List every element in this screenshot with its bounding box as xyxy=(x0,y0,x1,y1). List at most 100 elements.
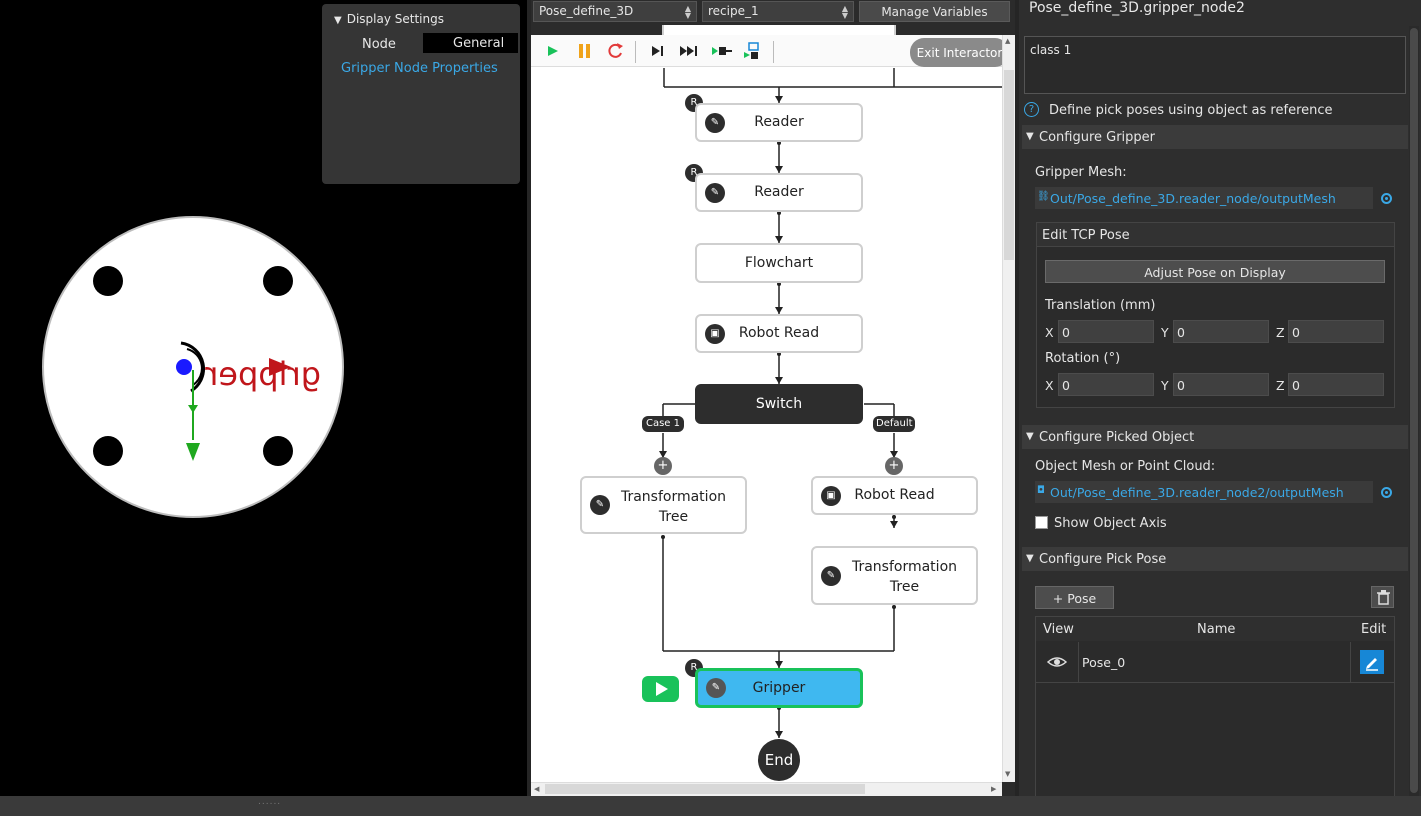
scroll-down-icon[interactable]: ▼ xyxy=(1005,770,1010,778)
gripper-label-3d: gripper xyxy=(204,355,321,393)
flowchart-vertical-scroll-thumb[interactable] xyxy=(1004,70,1014,260)
pick-target-icon[interactable] xyxy=(1381,487,1392,498)
gripper-model: gripper xyxy=(42,216,344,518)
edit-pose-button[interactable] xyxy=(1360,650,1384,674)
rotation-x-input[interactable]: 0 xyxy=(1058,373,1154,396)
fast-forward-button[interactable] xyxy=(676,35,702,67)
adjust-pose-button[interactable]: Adjust Pose on Display xyxy=(1045,260,1385,283)
rotation-z-input[interactable]: 0 xyxy=(1288,373,1384,396)
translation-x-input[interactable]: 0 xyxy=(1058,320,1154,343)
rotation-y-input[interactable]: 0 xyxy=(1173,373,1269,396)
scroll-right-icon[interactable]: ▶ xyxy=(991,785,996,793)
refresh-icon xyxy=(608,43,623,58)
axis-x-label: X xyxy=(1045,378,1054,393)
flow-node-robot-read[interactable]: ▣ Robot Read xyxy=(695,314,863,353)
robot-icon: ▣ xyxy=(705,323,725,344)
translation-y-input[interactable]: 0 xyxy=(1173,320,1269,343)
wrench-icon: ✎ xyxy=(705,182,725,203)
properties-scroll-thumb[interactable] xyxy=(1410,28,1418,793)
object-mesh-value: Out/Pose_define_3D.reader_node2/outputMe… xyxy=(1050,485,1344,500)
collapse-triangle-icon: ▼ xyxy=(1026,431,1034,442)
section-configure-pick-pose[interactable]: ▼ Configure Pick Pose xyxy=(1022,547,1408,571)
exit-interactor-button[interactable]: Exit Interactor xyxy=(910,38,1009,67)
axis-x-label: X xyxy=(1045,325,1054,340)
link-icon: ⛓ xyxy=(1037,191,1050,202)
display-settings-header[interactable]: ▼ Display Settings xyxy=(334,12,444,26)
default-tag: Default xyxy=(873,416,915,432)
class-text-field[interactable]: class 1 xyxy=(1024,36,1406,94)
scroll-up-icon[interactable]: ▲ xyxy=(1005,37,1010,45)
flowchart-horizontal-scroll-thumb[interactable] xyxy=(545,784,865,794)
run-button[interactable] xyxy=(539,35,565,67)
flowchart-canvas[interactable]: R ✎ Reader R ✎ Reader Flowchart ▣ Robot … xyxy=(531,25,1002,782)
rotation-label: Rotation (°) xyxy=(1045,351,1121,366)
axis-y-label: Y xyxy=(1161,325,1169,340)
flow-node-flowchart[interactable]: Flowchart xyxy=(695,243,863,283)
pose-name: Pose_0 xyxy=(1082,655,1126,670)
step-into-button[interactable] xyxy=(709,35,735,67)
flow-node-switch[interactable]: Switch xyxy=(695,384,863,424)
column-separator xyxy=(1078,642,1079,683)
edit-tcp-title: Edit TCP Pose xyxy=(1042,228,1130,243)
add-node-button[interactable]: + xyxy=(885,457,903,475)
play-icon xyxy=(548,46,558,56)
flow-node-robot-read-2[interactable]: ▣ Robot Read xyxy=(811,476,978,515)
node-label: Node xyxy=(362,37,396,52)
show-object-axis-checkbox[interactable] xyxy=(1035,516,1048,529)
run-node-button[interactable] xyxy=(642,676,679,702)
wrench-icon: ✎ xyxy=(590,495,610,515)
section-title: Configure Gripper xyxy=(1039,130,1156,145)
gripper-mesh-field[interactable]: ⛓ Out/Pose_define_3D.reader_node/outputMe… xyxy=(1035,187,1373,209)
collapse-triangle-icon: ▼ xyxy=(1026,131,1034,142)
flow-node-reader[interactable]: ✎ Reader xyxy=(695,103,863,142)
delete-pose-button[interactable] xyxy=(1371,586,1394,608)
flow-node-transformation-tree-2[interactable]: ✎ Transformation Tree xyxy=(811,546,978,605)
flow-node-gripper[interactable]: ✎ Gripper xyxy=(695,668,863,708)
recipe-select-value: recipe_1 xyxy=(708,4,759,18)
step-button[interactable] xyxy=(644,35,670,67)
recipe-select[interactable]: recipe_1 ▲ ▼ xyxy=(702,1,854,22)
splitter-grip-icon[interactable]: ...... xyxy=(258,797,281,807)
add-pose-button[interactable]: + Pose xyxy=(1035,586,1114,609)
pause-button[interactable] xyxy=(571,35,597,67)
section-configure-gripper[interactable]: ▼ Configure Gripper xyxy=(1022,125,1408,149)
node-select[interactable]: General xyxy=(423,33,518,53)
column-header-name[interactable]: Name xyxy=(1197,622,1235,637)
wrench-icon: ✎ xyxy=(706,678,726,698)
trash-icon xyxy=(1377,590,1390,605)
section-title: Configure Pick Pose xyxy=(1039,552,1167,567)
flow-node-label: Switch xyxy=(755,396,803,412)
reset-button[interactable] xyxy=(602,35,628,67)
object-mesh-field[interactable]: ◘ Out/Pose_define_3D.reader_node2/outputM… xyxy=(1035,481,1373,503)
section-configure-picked-object[interactable]: ▼ Configure Picked Object xyxy=(1022,425,1408,449)
pause-icon xyxy=(579,44,590,58)
column-separator xyxy=(1350,642,1351,683)
object-mesh-label: Object Mesh or Point Cloud: xyxy=(1035,459,1216,474)
wrench-icon: ✎ xyxy=(821,565,841,586)
step-over-icon xyxy=(744,42,759,59)
gripper-node-properties-link[interactable]: Gripper Node Properties xyxy=(341,61,498,76)
flow-node-transformation-tree[interactable]: ✎ Transformation Tree xyxy=(580,476,747,534)
help-icon[interactable]: ? xyxy=(1024,102,1039,117)
column-header-edit[interactable]: Edit xyxy=(1361,622,1386,637)
manage-variables-button[interactable]: Manage Variables xyxy=(859,1,1010,22)
translation-z-input[interactable]: 0 xyxy=(1288,320,1384,343)
flow-node-reader-2[interactable]: ✎ Reader xyxy=(695,173,863,212)
3d-viewport[interactable]: gripper ▼ Display Settings Node General G… xyxy=(0,0,527,796)
node-title: Pose_define_3D.gripper_node2 xyxy=(1029,0,1245,16)
eye-icon[interactable] xyxy=(1046,654,1068,673)
toolbar-divider xyxy=(635,41,636,63)
display-settings-title: Display Settings xyxy=(346,12,444,26)
fast-forward-icon xyxy=(680,46,697,56)
project-select[interactable]: Pose_define_3D ▲ ▼ xyxy=(533,1,697,22)
step-over-button[interactable] xyxy=(741,35,767,67)
add-node-button[interactable]: + xyxy=(654,457,672,475)
gripper-mesh-label: Gripper Mesh: xyxy=(1035,165,1127,180)
column-header-view[interactable]: View xyxy=(1043,622,1074,637)
flow-node-end[interactable]: End xyxy=(758,739,800,781)
collapse-triangle-icon: ▼ xyxy=(334,15,342,26)
camera-icon: ◘ xyxy=(1037,485,1045,496)
pick-target-icon[interactable] xyxy=(1381,193,1392,204)
play-icon xyxy=(656,682,668,696)
scroll-left-icon[interactable]: ◀ xyxy=(534,785,539,793)
